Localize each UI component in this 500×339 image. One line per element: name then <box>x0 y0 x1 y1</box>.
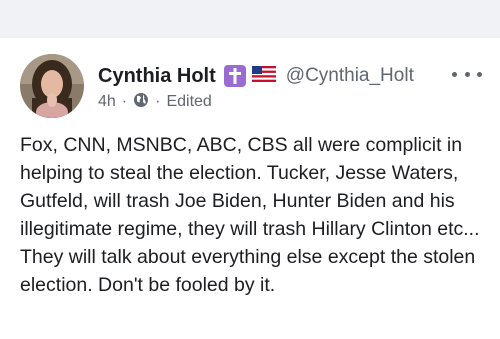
author-name[interactable]: Cynthia Holt <box>98 65 216 88</box>
author-row: Cynthia Holt @Cynthia_Holt <box>98 63 414 89</box>
author-handle[interactable]: @Cynthia_Holt <box>286 65 414 87</box>
post-meta: 4h · · Edited <box>98 92 212 112</box>
meta-separator: · <box>155 93 161 110</box>
post-body: Fox, CNN, MSNBC, ABC, CBS all were compl… <box>20 134 480 296</box>
meta-separator: · <box>121 93 128 110</box>
post-timestamp[interactable]: 4h <box>98 93 116 111</box>
globe-icon[interactable] <box>133 92 149 113</box>
feed-background <box>0 0 500 38</box>
us-flag-icon <box>251 65 276 87</box>
post-card: Cynthia Holt @Cynthia_Holt 4h · · Edited… <box>0 38 500 339</box>
avatar[interactable] <box>20 54 84 118</box>
latin-cross-icon <box>223 65 246 87</box>
edited-label[interactable]: Edited <box>166 93 211 111</box>
more-options-icon[interactable] <box>452 62 482 86</box>
